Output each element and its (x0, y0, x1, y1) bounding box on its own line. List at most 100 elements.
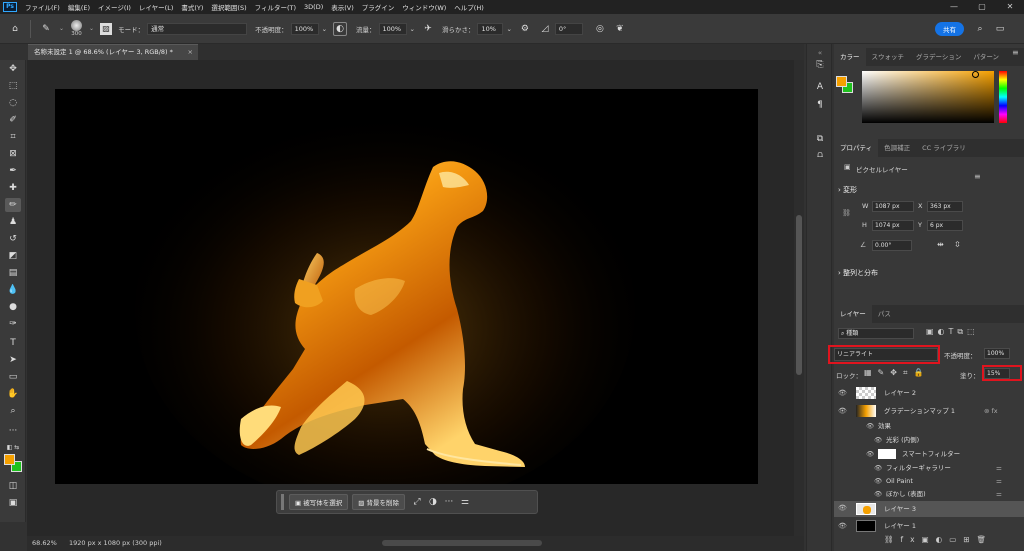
menu-layer[interactable]: レイヤー(L) (135, 2, 178, 12)
screen-mode-icon[interactable]: ▣ (5, 496, 21, 510)
smoothing-input[interactable]: 10% (477, 22, 504, 35)
tab-paths[interactable]: パス (872, 305, 897, 323)
more-tools-icon[interactable]: ··· (5, 424, 21, 438)
align-distribute-section[interactable]: › 整列と分布 (838, 268, 878, 278)
search-icon[interactable]: ⌕ (973, 22, 987, 36)
menu-3d[interactable]: 3D(D) (300, 3, 327, 11)
effects-eye-icon[interactable]: 👁 (866, 419, 874, 433)
layer-filter-select[interactable]: ⌕ 種類 (838, 328, 914, 339)
oil-paint-eye-icon[interactable]: 👁 (874, 474, 882, 488)
tab-adjustments[interactable]: 色調補正 (878, 139, 916, 157)
filter-options-icon[interactable]: ⚌ (996, 487, 1002, 501)
filter-gallery-eye-icon[interactable]: 👁 (874, 461, 882, 475)
history-brush-tool-icon[interactable]: ↺ (5, 232, 21, 246)
brush-tool-icon[interactable]: ✏ (5, 198, 21, 212)
layer-row[interactable]: 👁 フィルターギャラリー ⚌ (834, 461, 1024, 475)
layer-bottom-actions[interactable]: ⛓fx▣◐▭⊞🗑 (884, 535, 993, 544)
maximize-icon[interactable]: ▢ (968, 0, 996, 14)
menu-edit[interactable]: 編集(E) (64, 2, 94, 12)
lasso-tool-icon[interactable]: ◌ (5, 96, 21, 110)
surface-blur-eye-icon[interactable]: 👁 (874, 487, 882, 501)
share-button[interactable]: 共有 (935, 22, 964, 36)
crop-tool-icon[interactable]: ⌗ (5, 130, 21, 144)
mode-select[interactable]: 通常 (147, 22, 248, 35)
quick-select-tool-icon[interactable]: ✐ (5, 113, 21, 127)
transform-icon[interactable]: ⤢ (409, 497, 425, 507)
panel-close-icon[interactable]: ≡ (974, 172, 981, 181)
visibility-eye-icon[interactable]: 👁 (838, 501, 847, 515)
foreground-background-swatch[interactable] (3, 453, 25, 475)
transform-section[interactable]: › 変形 (838, 185, 857, 195)
layer-row[interactable]: 👁 レイヤー 1 (834, 519, 1024, 533)
workspace-icon[interactable]: ▭ (993, 22, 1007, 36)
path-select-tool-icon[interactable]: ➤ (5, 353, 21, 367)
smoothing-options-gear-icon[interactable]: ⚙ (518, 22, 532, 36)
default-colors-icon[interactable]: ◧ ⇆ (5, 440, 21, 454)
layer-row[interactable]: 👁 スマートフィルター (834, 447, 1024, 461)
close-tab-icon[interactable]: × (188, 45, 193, 60)
color-field[interactable] (862, 71, 994, 123)
y-input[interactable]: 6 px (927, 220, 963, 231)
paragraph-panel-icon[interactable]: ¶ (813, 98, 827, 112)
brush-settings-icon[interactable]: ▨ (100, 22, 113, 35)
horizontal-scroll-thumb[interactable] (382, 540, 542, 546)
layer-filter-icons[interactable]: ▣◐T⧉⬚ (926, 327, 979, 337)
visibility-eye-icon[interactable]: 👁 (838, 519, 847, 533)
tab-cc-libraries[interactable]: CC ライブラリ (916, 139, 972, 157)
chevron-down-icon[interactable]: ⌄ (59, 25, 64, 32)
document-canvas[interactable] (55, 89, 758, 484)
menu-filter[interactable]: フィルター(T) (251, 2, 300, 12)
inner-glow-eye-icon[interactable]: 👁 (874, 433, 882, 447)
pen-tool-icon[interactable]: ✑ (5, 317, 21, 331)
color-picker-cursor[interactable] (972, 71, 979, 78)
adjustment-icon[interactable]: ◑ (425, 497, 441, 507)
x-input[interactable]: 363 px (927, 201, 963, 212)
menu-window[interactable]: ウィンドウ(W) (398, 2, 450, 12)
zoom-level[interactable]: 68.62% (32, 536, 57, 551)
minimize-icon[interactable]: — (940, 0, 968, 14)
more-options-icon[interactable]: ··· (441, 497, 457, 507)
close-icon[interactable]: ✕ (996, 0, 1024, 14)
visibility-eye-icon[interactable]: 👁 (838, 404, 847, 418)
filter-options-icon[interactable]: ⚌ (996, 474, 1002, 488)
remove-background-button[interactable]: ▨ 背景を削除 (352, 494, 405, 510)
opacity-input[interactable]: 100% (290, 22, 319, 35)
filter-options-icon[interactable]: ⚌ (996, 461, 1002, 475)
chevron-down-icon[interactable]: ⌄ (89, 25, 94, 32)
history-panel-icon[interactable]: ⎘ (813, 58, 827, 72)
panel-menu-icon[interactable]: ≡ (1012, 48, 1019, 57)
tab-gradients[interactable]: グラデーション (910, 48, 967, 66)
menu-plugins[interactable]: プラグイン (358, 2, 399, 12)
layer-opacity-input[interactable]: 100% (984, 348, 1010, 359)
lock-icons[interactable]: ▦✎✥⌗🔒 (864, 368, 929, 378)
document-tab[interactable]: 名称未設定 1 @ 68.6% (レイヤー 3, RGB/8) * × (28, 44, 198, 60)
rectangle-tool-icon[interactable]: ▭ (5, 370, 21, 384)
clone-stamp-tool-icon[interactable]: ♟ (5, 215, 21, 229)
tab-patterns[interactable]: パターン (967, 48, 1005, 66)
menu-view[interactable]: 表示(V) (327, 2, 358, 12)
menu-image[interactable]: イメージ(I) (94, 2, 135, 12)
color-panel-swatches[interactable] (834, 74, 854, 94)
menu-select[interactable]: 選択範囲(S) (207, 2, 250, 12)
zoom-tool-icon[interactable]: ⌕ (5, 404, 21, 418)
actions-panel-icon[interactable]: ⩍ (813, 148, 827, 162)
smart-filter-eye-icon[interactable]: 👁 (866, 447, 874, 461)
frame-tool-icon[interactable]: ⊠ (5, 147, 21, 161)
task-bar-settings-icon[interactable]: ⚌ (457, 497, 473, 507)
character-panel-icon[interactable]: A (813, 80, 827, 94)
vertical-scrollbar[interactable] (794, 60, 804, 536)
foreground-color-swatch[interactable] (4, 454, 15, 465)
smart-object-fx-icon[interactable]: ⊚ fx (984, 404, 998, 418)
layer-row[interactable]: 👁 効果 (834, 419, 1024, 433)
marquee-tool-icon[interactable]: ⬚ (5, 79, 21, 93)
menu-file[interactable]: ファイル(F) (21, 2, 64, 12)
home-icon[interactable]: ⌂ (8, 22, 22, 36)
hand-tool-icon[interactable]: ✋ (5, 387, 21, 401)
quick-mask-icon[interactable]: ◫ (5, 479, 21, 493)
type-tool-icon[interactable]: T (5, 336, 21, 350)
select-subject-button[interactable]: ▣ 被写体を選択 (289, 494, 349, 510)
tab-layers[interactable]: レイヤー (834, 305, 872, 323)
move-tool-icon[interactable]: ✥ (5, 62, 21, 76)
flip-horizontal-icon[interactable]: ⇹ (937, 240, 944, 249)
layer-row[interactable]: 👁 光彩 (内側) (834, 433, 1024, 447)
